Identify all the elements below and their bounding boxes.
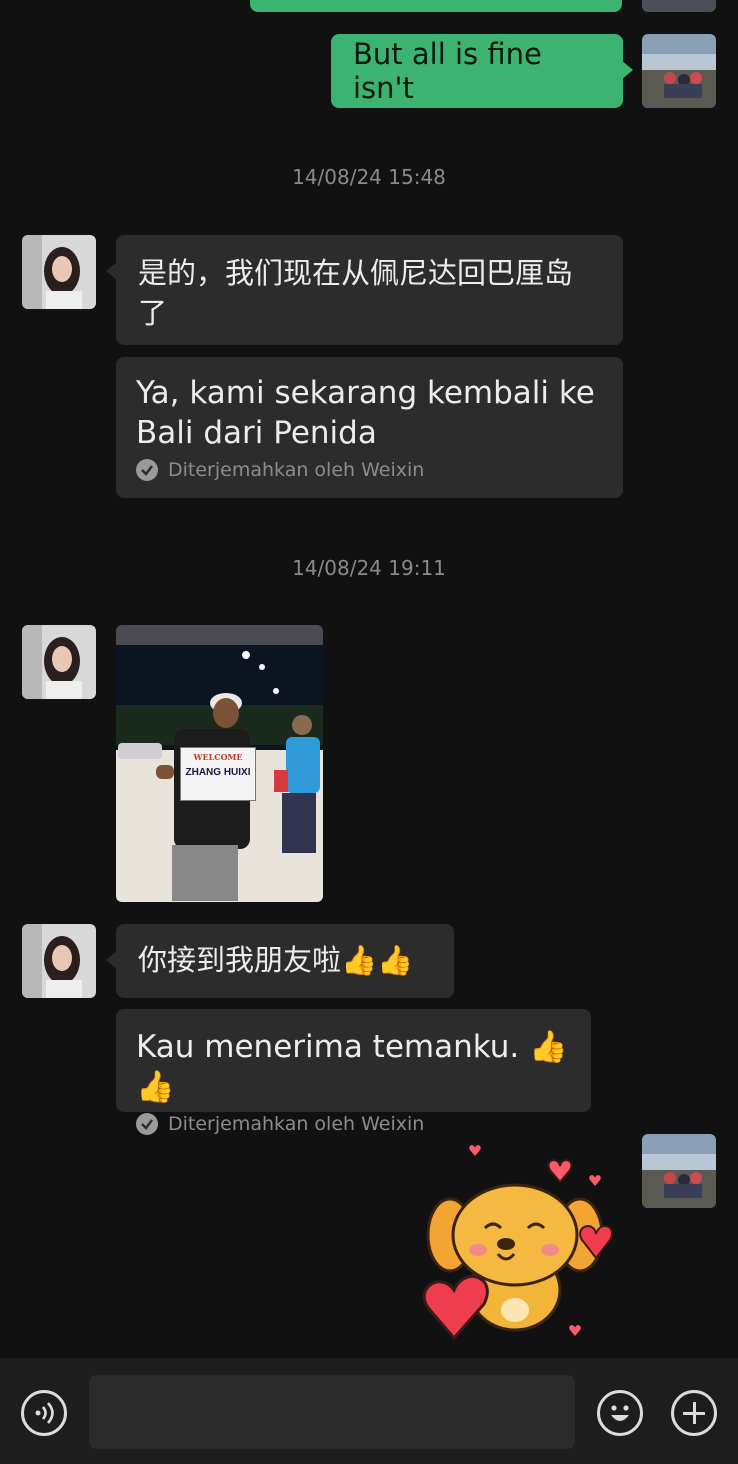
- check-icon: [136, 459, 158, 481]
- prev-outgoing-bubble[interactable]: [250, 0, 622, 12]
- photo-message[interactable]: WELCOME ZHANG HUIXI: [116, 625, 323, 902]
- outgoing-message[interactable]: But all is fine isn't: [331, 34, 633, 108]
- contact-avatar-image: [22, 235, 96, 309]
- translation-text: Kau menerima temanku. 👍👍: [136, 1029, 568, 1105]
- translated-by-label: Diterjemahkan oleh Weixin: [168, 1113, 425, 1135]
- message-text: 是的，我们现在从佩尼达回巴厘岛了: [138, 256, 574, 330]
- message-text: But all is fine isn't: [353, 37, 542, 105]
- group-photo-avatar-image: [642, 1134, 716, 1208]
- self-avatar[interactable]: [642, 1134, 716, 1208]
- translation-text: Ya, kami sekarang kembali ke Bali dari P…: [136, 375, 595, 451]
- incoming-message[interactable]: 是的，我们现在从佩尼达回巴厘岛了: [106, 235, 623, 345]
- incoming-message[interactable]: 你接到我朋友啦👍👍: [106, 924, 454, 998]
- message-input[interactable]: [89, 1375, 575, 1449]
- check-icon: [136, 1113, 158, 1135]
- prev-self-avatar[interactable]: [642, 0, 716, 12]
- contact-avatar-image: [22, 924, 96, 998]
- group-photo-avatar-image: [642, 34, 716, 108]
- emoji-icon[interactable]: [597, 1390, 643, 1436]
- message-text: 你接到我朋友啦👍👍: [138, 943, 414, 977]
- translation-card[interactable]: Ya, kami sekarang kembali ke Bali dari P…: [116, 357, 623, 498]
- translation-card[interactable]: Kau menerima temanku. 👍👍 Diterjemahkan o…: [116, 1009, 591, 1135]
- contact-avatar[interactable]: [22, 625, 96, 699]
- sticker-message[interactable]: [410, 1140, 620, 1345]
- sign-name-text: ZHANG HUIXI: [185, 767, 251, 778]
- timestamp: 14/08/24 15:48: [292, 165, 446, 189]
- welcome-sign: WELCOME ZHANG HUIXI: [180, 747, 256, 801]
- contact-avatar[interactable]: [22, 235, 96, 309]
- self-avatar[interactable]: [642, 34, 716, 108]
- sign-welcome-text: WELCOME: [193, 752, 243, 762]
- timestamp: 14/08/24 19:11: [292, 556, 446, 580]
- contact-avatar-image: [22, 625, 96, 699]
- contact-avatar[interactable]: [22, 924, 96, 998]
- translated-by-label: Diterjemahkan oleh Weixin: [168, 459, 425, 481]
- dog-hearts-sticker: [422, 1145, 613, 1341]
- translation-footer: Diterjemahkan oleh Weixin: [136, 455, 603, 485]
- translation-footer: Diterjemahkan oleh Weixin: [136, 1109, 571, 1139]
- plus-icon[interactable]: [671, 1390, 717, 1436]
- voice-icon[interactable]: [21, 1390, 67, 1436]
